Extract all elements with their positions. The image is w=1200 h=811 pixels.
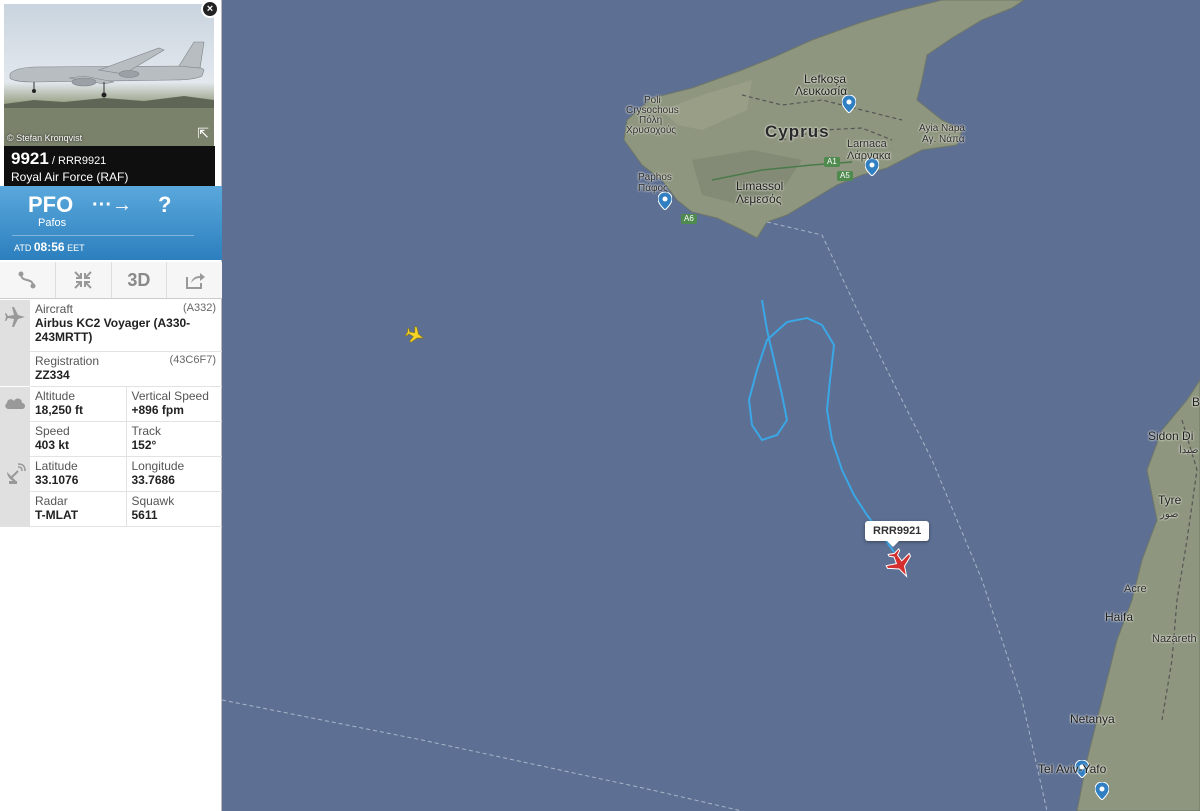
radar-dish-icon — [0, 457, 30, 527]
map-label-lefkosia: Λευκωσία — [795, 84, 848, 98]
vertical-speed-value: +896 fpm — [131, 403, 184, 417]
other-aircraft-icon — [404, 326, 425, 343]
map-label-sidon: Sidon Di — [1148, 429, 1194, 443]
track-value: 152° — [131, 438, 157, 452]
map-label-sidon-ar: صيدا — [1179, 445, 1199, 456]
road-a1-badge: A1 — [824, 157, 840, 167]
close-button[interactable]: × — [201, 0, 219, 18]
map-label-cyprus: Cyprus — [765, 122, 830, 141]
aircraft-group: Aircraft (A332) Airbus KC2 Voyager (A330… — [0, 300, 222, 387]
map-canvas — [222, 0, 1200, 811]
map-label-netanya: Netanya — [1070, 712, 1115, 726]
map-label-limassol: Limassol — [736, 179, 784, 193]
show-route-button[interactable] — [0, 262, 56, 298]
map-label-larnaca-gr: Λάρνακα — [847, 150, 891, 162]
callsign: / RRR9921 — [48, 155, 107, 167]
aircraft-value: Airbus KC2 Voyager (A330-243MRTT) — [35, 316, 191, 344]
latitude-value: 33.1076 — [35, 473, 79, 487]
road-a5-badge: A5 — [837, 171, 853, 181]
selected-aircraft-icon — [885, 547, 912, 578]
map-label-nazareth: Nazareth — [1152, 633, 1197, 645]
map-label-ayia-napa-gr: Αγ. Νάπα — [922, 134, 965, 145]
flight-number: 9921 — [11, 149, 49, 168]
radar-value: T-MLAT — [35, 508, 79, 522]
flight-info-panel: © Stefan Kronqvist ⇱ × 9921 / RRR9921 Ro… — [0, 0, 222, 811]
mode-s-code: (43C6F7) — [169, 354, 216, 366]
external-link-icon[interactable]: ⇱ — [197, 125, 209, 142]
aircraft-type-code: (A332) — [182, 302, 216, 314]
flight-track — [747, 299, 895, 553]
share-icon — [185, 273, 205, 289]
route-divider — [12, 235, 194, 236]
map-label-chrysochous-gr: Χρυσοχούς — [626, 125, 677, 136]
cloud-icon — [0, 387, 30, 457]
radar-label: Radar — [35, 494, 68, 508]
map-label-tyre: Tyre — [1158, 493, 1182, 507]
collapse-icon — [74, 271, 92, 289]
longitude-label: Longitude — [131, 459, 185, 473]
map-label-tyre-ar: صور — [1160, 509, 1179, 520]
map-label-haifa: Haifa — [1105, 610, 1134, 624]
map-label-larnaca: Larnaca — [847, 138, 887, 150]
atd-info: ATD 08:56 EET — [14, 240, 85, 254]
registration-value: ZZ334 — [35, 368, 70, 382]
aircraft-photo[interactable]: © Stefan Kronqvist ⇱ — [4, 4, 214, 146]
map-label-paphos-gr: Πάφος — [638, 183, 668, 194]
route-icon — [18, 271, 36, 289]
altitude-value: 18,250 ft — [35, 403, 84, 417]
route-arrow-icon: ···→ — [92, 194, 132, 216]
share-button[interactable] — [167, 262, 222, 298]
airline-name: Royal Air Force (RAF) — [11, 170, 129, 184]
atd-time: 08:56 — [33, 240, 65, 254]
origin-name: Pafos — [38, 217, 67, 229]
altitude-label: Altitude — [35, 389, 76, 403]
squawk-label: Squawk — [131, 494, 175, 508]
speed-label: Speed — [35, 424, 70, 438]
vertical-speed-label: Vertical Speed — [131, 389, 209, 403]
atd-timezone: EET — [67, 243, 85, 253]
squawk-value: 5611 — [131, 508, 158, 522]
map-label-tel-aviv: Tel Aviv-Yafo — [1038, 762, 1107, 776]
map-label-b: B — [1192, 395, 1200, 409]
map-label-ayia-napa: Ayia Napa — [919, 123, 965, 134]
speed-value: 403 kt — [35, 438, 70, 452]
origin-code[interactable]: PFO — [28, 192, 73, 218]
atd-label: ATD — [14, 243, 32, 253]
panel-toolbar: 3D — [0, 262, 222, 299]
destination-code: ? — [158, 192, 172, 217]
flight-details: Aircraft (A332) Airbus KC2 Voyager (A330… — [0, 300, 222, 527]
map-label-acre: Acre — [1124, 583, 1147, 595]
road-a6-badge: A6 — [681, 214, 697, 224]
longitude-value: 33.7686 — [131, 473, 175, 487]
map-label-limassol-gr: Λεμεσός — [736, 192, 782, 206]
latitude-label: Latitude — [35, 459, 78, 473]
callsign-header: 9921 / RRR9921 Royal Air Force (RAF) — [4, 146, 215, 186]
airport-pin-icon[interactable] — [1095, 782, 1109, 800]
photo-credit: © Stefan Kronqvist — [7, 133, 83, 143]
view-3d-button[interactable]: 3D — [111, 262, 168, 298]
center-aircraft-button[interactable] — [55, 262, 112, 298]
flight-map[interactable]: A1 A5 A6 Lefkoşa Λευκωσία Cyprus Poli Cr… — [222, 0, 1200, 811]
flight-data-group: Altitude 18,250 ft Vertical Speed +896 f… — [0, 387, 222, 457]
aircraft-photo-image — [4, 41, 214, 146]
airport-pin-icon[interactable] — [658, 192, 672, 210]
position-group: Latitude 33.1076 Longitude 33.7686 Radar… — [0, 457, 222, 527]
plane-icon — [0, 300, 30, 386]
route-summary: PFO Pafos ···→ ? ATD 08:56 EET — [0, 186, 222, 260]
flight-callsign-label[interactable]: RRR9921 — [865, 521, 930, 547]
track-label: Track — [131, 424, 162, 438]
map-label-paphos: Paphos — [638, 172, 672, 183]
